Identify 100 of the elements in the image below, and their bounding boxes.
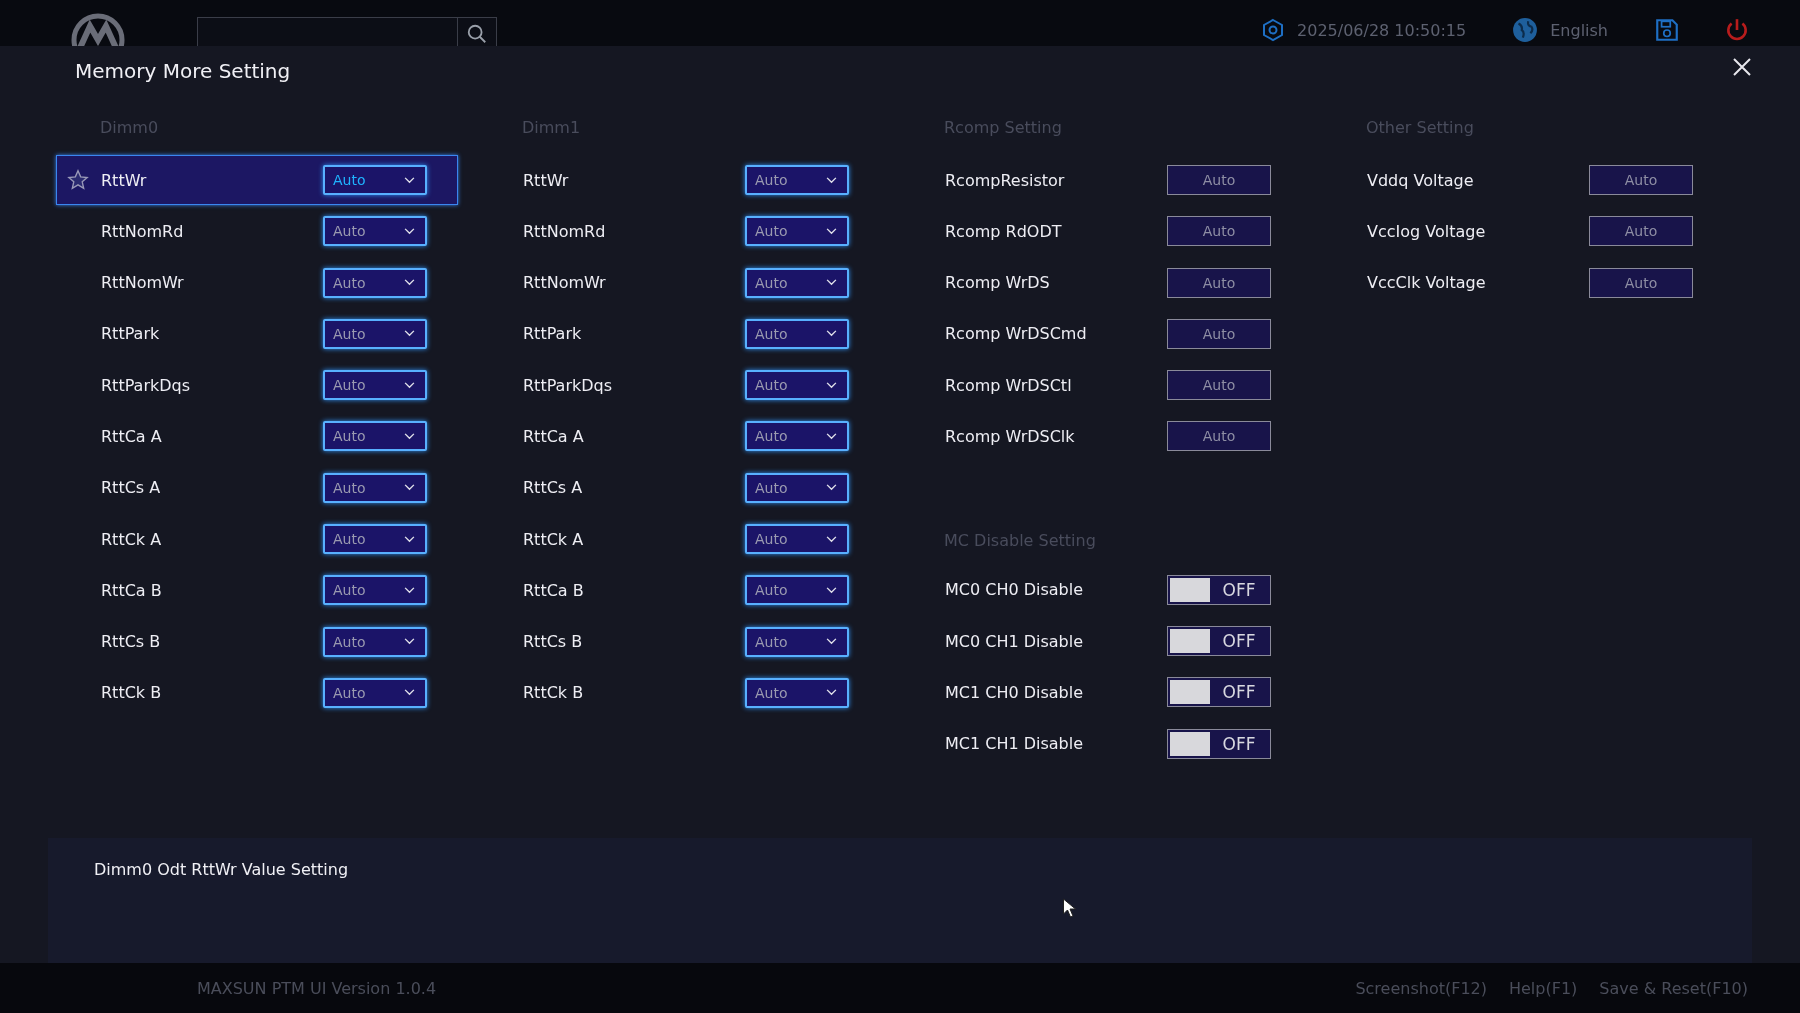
setting-label: RttCk B: [101, 683, 163, 703]
dropdown[interactable]: Auto: [745, 626, 849, 657]
toggle-switch[interactable]: OFF: [1167, 677, 1271, 708]
dropdown[interactable]: Auto: [745, 165, 849, 195]
value-button[interactable]: Auto: [1167, 421, 1271, 452]
dropdown[interactable]: Auto: [745, 267, 849, 298]
description-text: Dimm0 Odt RttWr Value Setting: [94, 860, 349, 879]
dropdown[interactable]: Auto: [323, 216, 427, 247]
section-heading: Dimm1: [521, 117, 582, 139]
dropdown[interactable]: Auto: [745, 677, 849, 708]
chevron-icon: [826, 638, 837, 646]
chevron-icon: [404, 176, 415, 184]
toggle-switch[interactable]: OFF: [1167, 626, 1271, 657]
setting-label: VccIog Voltage: [1367, 221, 1487, 241]
globe-icon[interactable]: [1512, 17, 1539, 43]
toggle-switch[interactable]: OFF: [1167, 728, 1271, 759]
power-icon[interactable]: [1724, 17, 1750, 43]
section-heading: MC Disable Setting: [943, 529, 1097, 552]
setting-label: RttPark: [101, 324, 161, 344]
setting-label: RttCk A: [523, 529, 585, 549]
dropdown[interactable]: Auto: [745, 421, 849, 452]
mouse-cursor-icon: [1062, 898, 1077, 918]
dropdown[interactable]: Auto: [323, 626, 427, 657]
dropdown[interactable]: Auto: [323, 677, 427, 708]
chevron-icon: [404, 227, 415, 235]
setting-label: RttCa A: [101, 427, 163, 446]
setting-label: RttCs B: [523, 632, 584, 652]
logo-icon: [70, 12, 126, 46]
value-button[interactable]: Auto: [1167, 267, 1271, 298]
dropdown[interactable]: Auto: [323, 472, 427, 503]
setting-label: RttWr: [101, 170, 148, 190]
setting-label: Rcomp WrDSClk: [945, 427, 1076, 446]
setting-label: RttParkDqs: [523, 375, 614, 395]
setting-label: RttCs A: [101, 478, 162, 498]
chevron-icon: [826, 535, 837, 543]
value-button[interactable]: Auto: [1589, 267, 1693, 298]
star-icon[interactable]: [67, 169, 89, 191]
chevron-icon: [826, 586, 837, 594]
setting-label: RttCa B: [523, 580, 585, 600]
close-icon[interactable]: [1732, 57, 1752, 77]
chevron-icon: [826, 176, 837, 184]
setting-label: MC0 CH1 Disable: [945, 631, 1085, 651]
value-button[interactable]: Auto: [1167, 370, 1271, 401]
section-heading: Dimm0: [99, 117, 160, 139]
setting-label: MC0 CH0 Disable: [945, 580, 1085, 600]
dialog-title: Memory More Setting: [75, 59, 291, 83]
setting-label: RttCs A: [523, 478, 584, 498]
gear-icon[interactable]: [1261, 18, 1286, 42]
section-heading: Other Setting: [1365, 117, 1475, 139]
setting-label: Vddq Voltage: [1367, 170, 1475, 190]
chevron-icon: [404, 279, 415, 287]
setting-label: RttCk B: [523, 683, 585, 703]
dropdown[interactable]: Auto: [745, 524, 849, 555]
chevron-icon: [404, 381, 415, 389]
value-button[interactable]: Auto: [1589, 165, 1693, 195]
setting-label: RttCk A: [101, 529, 163, 549]
date-time: 2025/06/28 10:50:15: [1297, 20, 1467, 40]
dropdown[interactable]: Auto: [745, 370, 849, 401]
setting-label: Rcomp WrDSCmd: [945, 324, 1088, 344]
value-button[interactable]: Auto: [1167, 216, 1271, 247]
setting-label: RttNomWr: [523, 273, 607, 293]
chevron-icon: [404, 433, 415, 440]
chevron-icon: [404, 638, 415, 646]
search-field[interactable]: [197, 17, 497, 46]
chevron-icon: [404, 586, 415, 594]
chevron-icon: [404, 330, 415, 338]
setting-label: VccClk Voltage: [1367, 273, 1487, 293]
chevron-icon: [826, 279, 837, 287]
setting-label: MC1 CH0 Disable: [945, 682, 1085, 702]
setting-label: RttCa B: [101, 580, 163, 600]
section-heading: Rcomp Setting: [943, 117, 1063, 139]
value-button[interactable]: Auto: [1167, 318, 1271, 349]
chevron-icon: [826, 484, 837, 492]
save-icon[interactable]: [1654, 17, 1680, 43]
dropdown[interactable]: Auto: [745, 318, 849, 349]
dropdown[interactable]: Auto: [745, 216, 849, 247]
setting-label: RttParkDqs: [101, 375, 192, 395]
dropdown[interactable]: Auto: [323, 421, 427, 452]
dropdown[interactable]: Auto: [323, 165, 427, 195]
setting-label: Rcomp RdODT: [945, 221, 1063, 241]
toggle-switch[interactable]: OFF: [1167, 574, 1271, 605]
setting-label: RttNomRd: [523, 221, 607, 241]
value-button[interactable]: Auto: [1167, 165, 1271, 195]
dropdown[interactable]: Auto: [323, 267, 427, 298]
setting-label: Rcomp WrDSCtl: [945, 375, 1073, 395]
dropdown[interactable]: Auto: [323, 370, 427, 401]
selected-row[interactable]: RttWr Auto: [56, 155, 458, 205]
dropdown[interactable]: Auto: [323, 524, 427, 555]
dropdown[interactable]: Auto: [323, 318, 427, 349]
dropdown[interactable]: Auto: [745, 472, 849, 503]
dropdown[interactable]: Auto: [323, 575, 427, 606]
version-text: MAXSUN PTM UI Version 1.0.4: [197, 978, 437, 998]
chevron-icon: [826, 433, 837, 440]
dropdown[interactable]: Auto: [745, 575, 849, 606]
language-selector[interactable]: English: [1550, 20, 1608, 40]
setting-label: RttCs B: [101, 632, 162, 652]
chevron-icon: [826, 330, 837, 338]
value-button[interactable]: Auto: [1589, 216, 1693, 247]
setting-label: RttPark: [523, 324, 583, 344]
setting-label: RcompResistor: [945, 170, 1066, 190]
